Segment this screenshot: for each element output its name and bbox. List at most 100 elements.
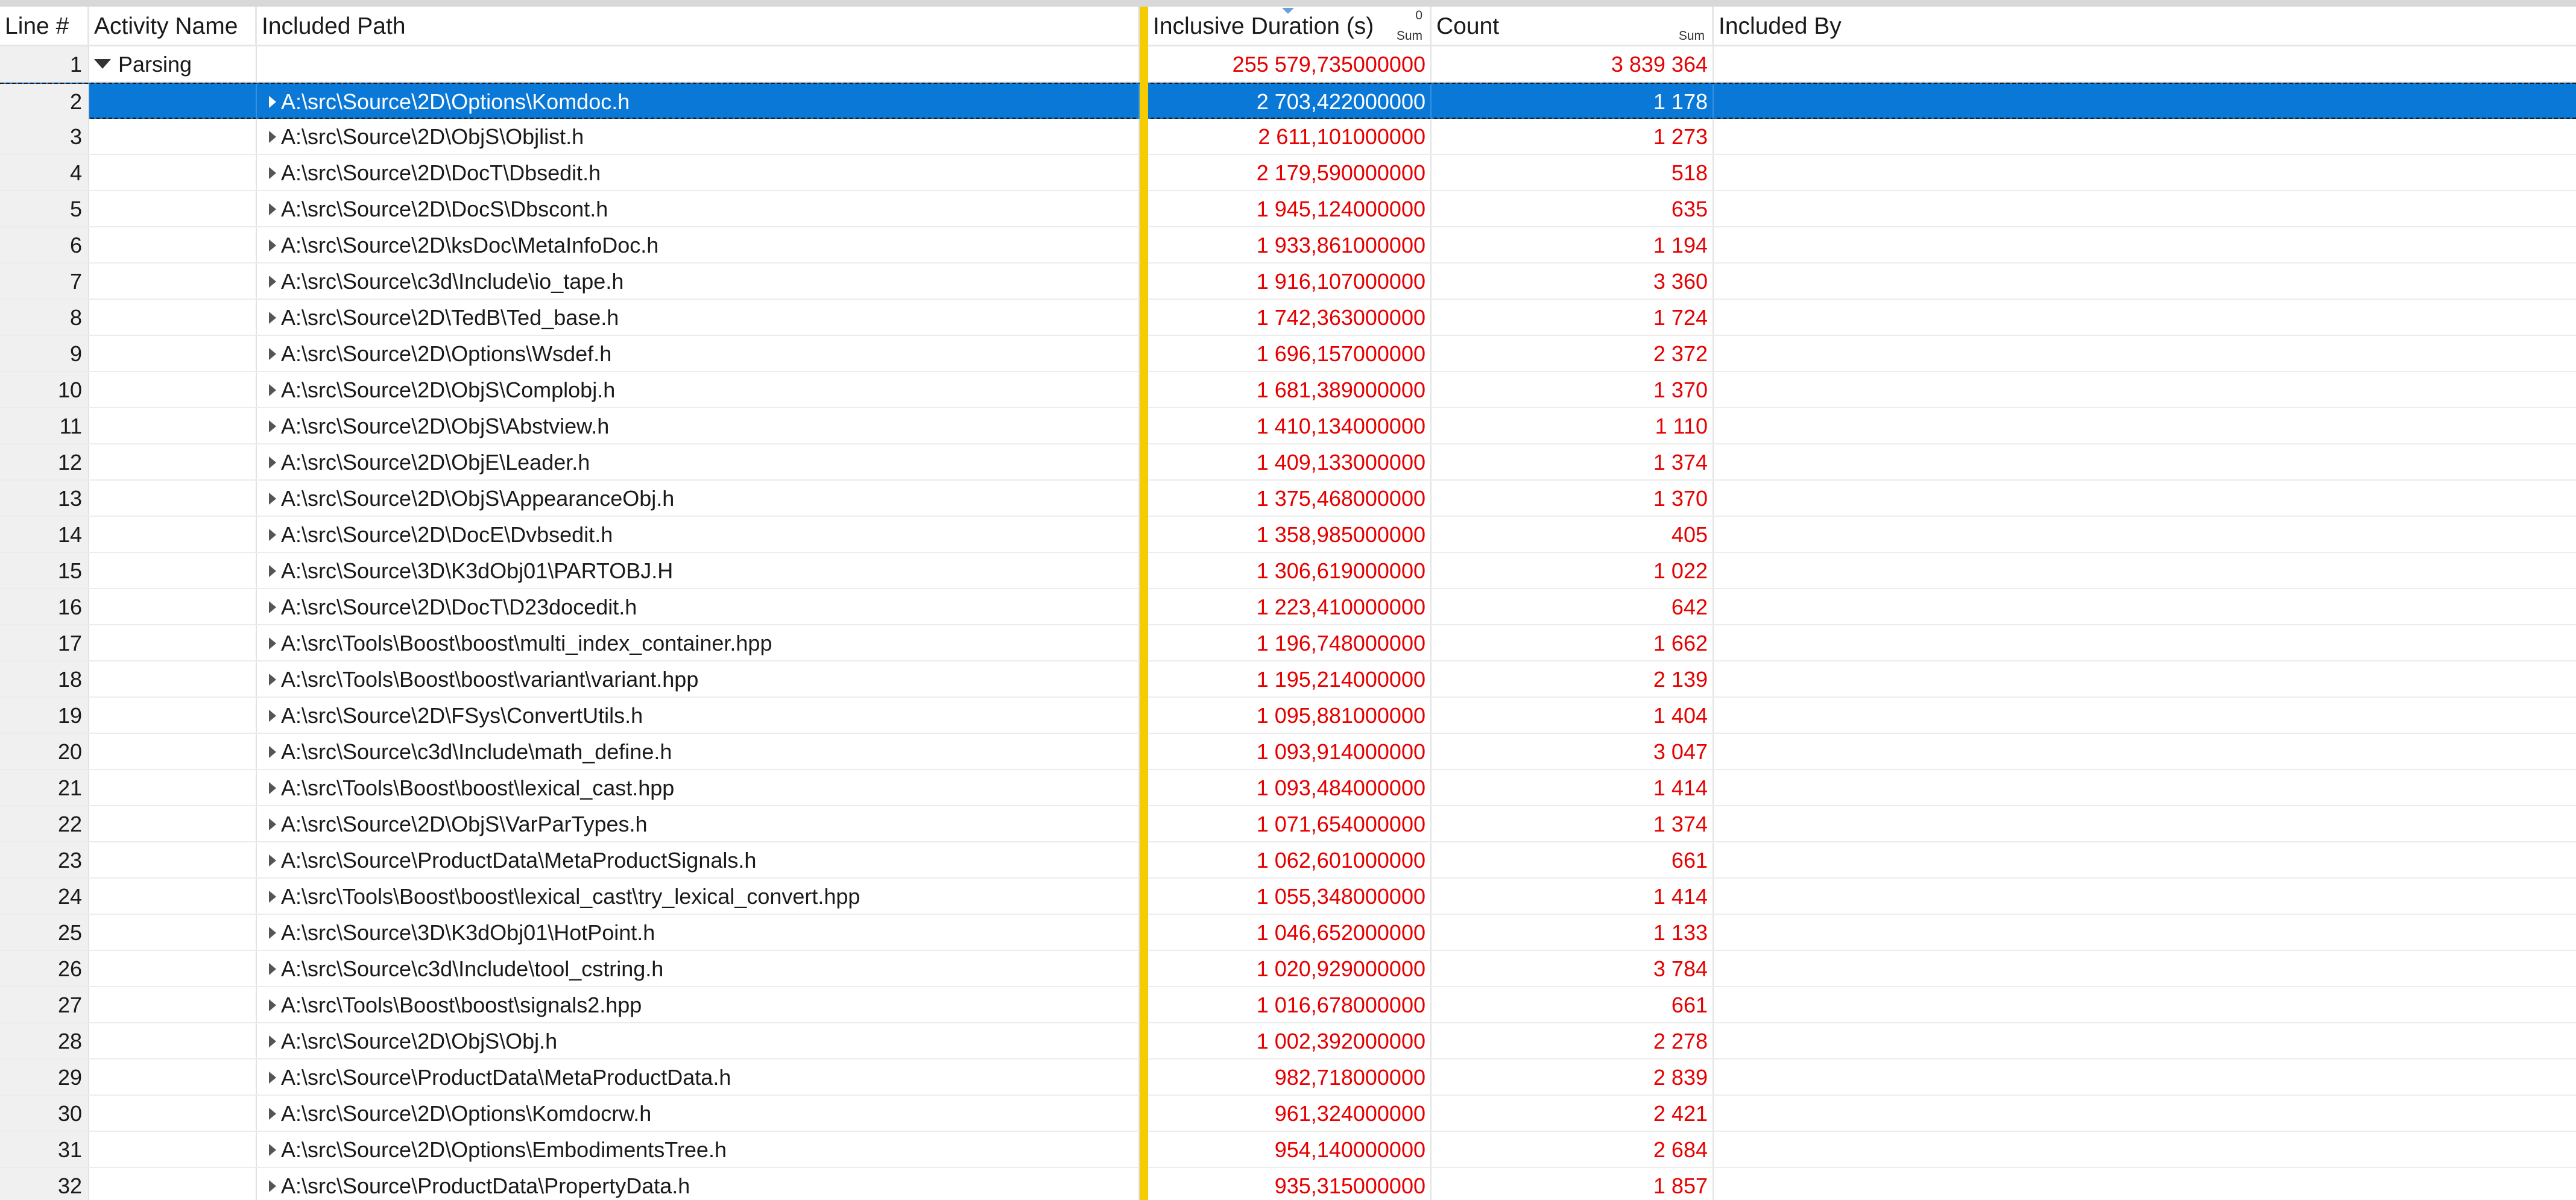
triangle-right-icon[interactable] (269, 746, 276, 758)
triangle-right-icon[interactable] (269, 1108, 276, 1120)
activity-name-cell[interactable] (89, 481, 257, 516)
table-row[interactable]: 18 A:\src\Tools\Boost\boost\variant\varia… (0, 662, 2576, 698)
activity-name-cell[interactable] (89, 589, 257, 624)
activity-name-cell[interactable] (89, 336, 257, 371)
table-row[interactable]: 9 A:\src\Source\2D\Options\Wsdef.h 1 696,1… (0, 336, 2576, 372)
table-row[interactable]: 28 A:\src\Source\2D\ObjS\Obj.h 1 002,39200… (0, 1023, 2576, 1059)
activity-name-cell[interactable] (89, 119, 257, 154)
activity-name-cell[interactable] (89, 1096, 257, 1131)
table-row[interactable]: 32 A:\src\Source\ProductData\PropertyData… (0, 1168, 2576, 1200)
included-path-cell[interactable]: A:\src\Tools\Boost\boost\lexical_cast.hp… (257, 770, 1140, 805)
triangle-right-icon[interactable] (269, 529, 276, 541)
triangle-right-icon[interactable] (269, 674, 276, 686)
triangle-right-icon[interactable] (269, 854, 276, 867)
table-row[interactable]: 12 A:\src\Source\2D\ObjE\Leader.h 1 409,13… (0, 444, 2576, 481)
triangle-right-icon[interactable] (269, 96, 276, 108)
activity-name-cell[interactable] (89, 915, 257, 950)
included-path-cell[interactable]: A:\src\Source\2D\TedB\Ted_base.h (257, 300, 1140, 335)
activity-name-cell[interactable] (89, 372, 257, 407)
included-path-cell[interactable]: A:\src\Source\c3d\Include\tool_cstring.h (257, 951, 1140, 986)
triangle-right-icon[interactable] (269, 963, 276, 975)
column-header-line[interactable]: Line # (0, 7, 89, 45)
included-path-cell[interactable]: A:\src\Source\c3d\Include\io_tape.h (257, 264, 1140, 298)
activity-name-cell[interactable] (89, 879, 257, 914)
included-path-cell[interactable]: A:\src\Source\2D\ksDoc\MetaInfoDoc.h (257, 227, 1140, 262)
activity-name-cell[interactable] (89, 806, 257, 841)
included-path-cell[interactable]: A:\src\Source\2D\ObjS\Complobj.h (257, 372, 1140, 407)
activity-name-cell[interactable] (89, 770, 257, 805)
triangle-right-icon[interactable] (269, 565, 276, 577)
activity-name-cell[interactable] (89, 951, 257, 986)
included-path-cell[interactable] (257, 46, 1140, 81)
included-path-cell[interactable]: A:\src\Source\2D\ObjS\Abstview.h (257, 408, 1140, 443)
table-row[interactable]: 30 A:\src\Source\2D\Options\Komdocrw.h 961… (0, 1096, 2576, 1132)
column-header-included-by[interactable]: Included By (1714, 7, 2576, 45)
included-path-cell[interactable]: A:\src\Source\2D\ObjS\VarParTypes.h (257, 806, 1140, 841)
table-row[interactable]: 27 A:\src\Tools\Boost\boost\signals2.hpp 1… (0, 987, 2576, 1023)
triangle-right-icon[interactable] (269, 782, 276, 794)
activity-name-cell[interactable] (89, 662, 257, 696)
included-path-cell[interactable]: A:\src\Source\2D\DocT\Dbsedit.h (257, 155, 1140, 190)
activity-name-cell[interactable] (89, 842, 257, 877)
table-row[interactable]: 7 A:\src\Source\c3d\Include\io_tape.h 1 91… (0, 264, 2576, 300)
table-row[interactable]: 6 A:\src\Source\2D\ksDoc\MetaInfoDoc.h 1 9… (0, 227, 2576, 264)
triangle-right-icon[interactable] (269, 276, 276, 288)
included-path-cell[interactable]: A:\src\Source\2D\Options\EmbodimentsTree… (257, 1132, 1140, 1167)
table-row[interactable]: 31 A:\src\Source\2D\Options\EmbodimentsTr… (0, 1132, 2576, 1168)
table-row[interactable]: 22 A:\src\Source\2D\ObjS\VarParTypes.h 1 0… (0, 806, 2576, 842)
triangle-right-icon[interactable] (269, 999, 276, 1011)
included-path-cell[interactable]: A:\src\Source\2D\ObjS\Objlist.h (257, 119, 1140, 154)
table-row[interactable]: 24 A:\src\Tools\Boost\boost\lexical_cast\… (0, 879, 2576, 915)
table-row[interactable]: 2 A:\src\Source\2D\Options\Komdoc.h 2 703,… (0, 83, 2576, 119)
activity-name-cell[interactable] (89, 155, 257, 190)
included-path-cell[interactable]: A:\src\Source\2D\DocS\Dbscont.h (257, 191, 1140, 226)
activity-name-cell[interactable] (89, 264, 257, 298)
column-splitter[interactable] (1140, 7, 1148, 1200)
column-header-included-path[interactable]: Included Path (257, 7, 1140, 45)
activity-name-cell[interactable] (89, 625, 257, 660)
triangle-right-icon[interactable] (269, 818, 276, 830)
included-path-cell[interactable]: A:\src\Tools\Boost\boost\multi_index_con… (257, 625, 1140, 660)
included-path-cell[interactable]: A:\src\Source\2D\FSys\ConvertUtils.h (257, 698, 1140, 733)
included-path-cell[interactable]: A:\src\Source\ProductData\MetaProductSig… (257, 842, 1140, 877)
triangle-right-icon[interactable] (269, 601, 276, 613)
activity-name-cell[interactable] (89, 734, 257, 769)
table-row[interactable]: 15 A:\src\Source\3D\K3dObj01\PARTOBJ.H 1 3… (0, 553, 2576, 589)
table-row[interactable]: 17 A:\src\Tools\Boost\boost\multi_index_c… (0, 625, 2576, 662)
table-row[interactable]: 25 A:\src\Source\3D\K3dObj01\HotPoint.h 1 … (0, 915, 2576, 951)
table-row[interactable]: 8 A:\src\Source\2D\TedB\Ted_base.h 1 742,3… (0, 300, 2576, 336)
triangle-right-icon[interactable] (269, 203, 276, 215)
table-row[interactable]: 26 A:\src\Source\c3d\Include\tool_cstring… (0, 951, 2576, 987)
included-path-cell[interactable]: A:\src\Source\3D\K3dObj01\PARTOBJ.H (257, 553, 1140, 588)
table-row[interactable]: 20 A:\src\Source\c3d\Include\math_define.… (0, 734, 2576, 770)
table-row[interactable]: 14 A:\src\Source\2D\DocE\Dvbsedit.h 1 358,… (0, 517, 2576, 553)
activity-name-cell[interactable] (89, 444, 257, 479)
included-path-cell[interactable]: A:\src\Source\2D\ObjS\Obj.h (257, 1023, 1140, 1058)
included-path-cell[interactable]: A:\src\Source\2D\ObjE\Leader.h (257, 444, 1140, 479)
triangle-right-icon[interactable] (269, 637, 276, 649)
activity-name-cell[interactable] (89, 1168, 257, 1200)
activity-name-cell[interactable]: Parsing (89, 46, 257, 81)
included-path-cell[interactable]: A:\src\Source\2D\Options\Komdoc.h (257, 84, 1140, 119)
included-path-cell[interactable]: A:\src\Tools\Boost\boost\lexical_cast\tr… (257, 879, 1140, 914)
activity-name-cell[interactable] (89, 1023, 257, 1058)
table-row[interactable]: 5 A:\src\Source\2D\DocS\Dbscont.h 1 945,12… (0, 191, 2576, 227)
activity-name-cell[interactable] (89, 517, 257, 552)
table-row[interactable]: 16 A:\src\Source\2D\DocT\D23docedit.h 1 22… (0, 589, 2576, 625)
included-path-cell[interactable]: A:\src\Source\2D\Options\Komdocrw.h (257, 1096, 1140, 1131)
column-header-activity-name[interactable]: Activity Name (89, 7, 257, 45)
triangle-right-icon[interactable] (269, 1035, 276, 1047)
table-row[interactable]: 19 A:\src\Source\2D\FSys\ConvertUtils.h 1 … (0, 698, 2576, 734)
triangle-right-icon[interactable] (269, 1144, 276, 1156)
included-path-cell[interactable]: A:\src\Source\2D\ObjS\AppearanceObj.h (257, 481, 1140, 516)
included-path-cell[interactable]: A:\src\Tools\Boost\boost\signals2.hpp (257, 987, 1140, 1022)
activity-name-cell[interactable] (89, 300, 257, 335)
included-path-cell[interactable]: A:\src\Source\ProductData\PropertyData.h (257, 1168, 1140, 1200)
column-header-count[interactable]: Count Sum (1432, 7, 1714, 45)
triangle-right-icon[interactable] (269, 348, 276, 360)
triangle-right-icon[interactable] (269, 384, 276, 396)
activity-name-cell[interactable] (89, 698, 257, 733)
triangle-down-icon[interactable] (94, 59, 111, 69)
table-row[interactable]: 29 A:\src\Source\ProductData\MetaProductD… (0, 1059, 2576, 1096)
activity-name-cell[interactable] (89, 408, 257, 443)
